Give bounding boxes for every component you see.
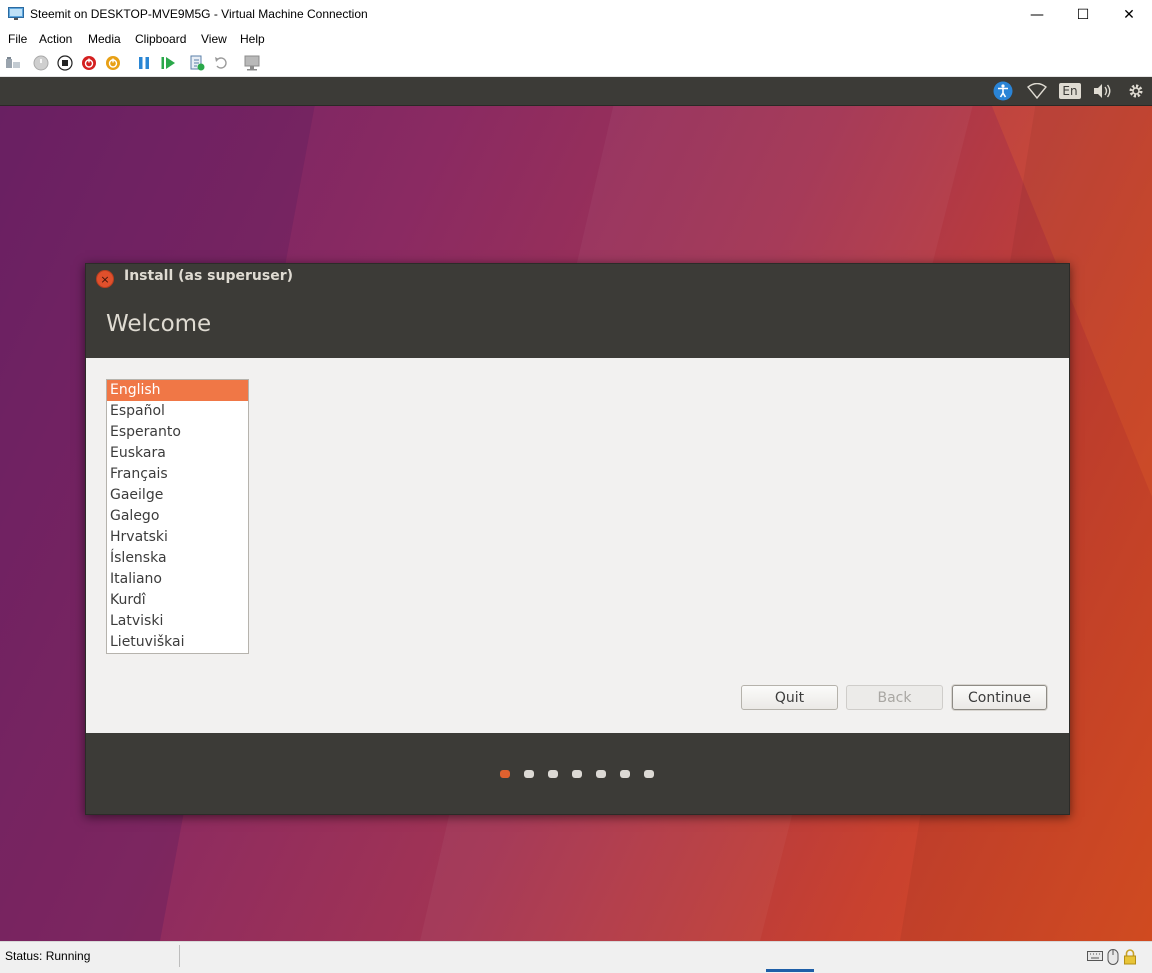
back-button[interactable]: Back	[846, 685, 943, 710]
close-button[interactable]: ✕	[1106, 0, 1152, 30]
turn-off-icon[interactable]	[57, 55, 73, 71]
toolbar	[0, 50, 1152, 77]
continue-button[interactable]: Continue	[952, 685, 1047, 710]
menu-help[interactable]: Help	[240, 32, 265, 46]
minimize-button[interactable]: —	[1014, 0, 1060, 30]
progress-step-dot	[572, 770, 582, 778]
language-item-lietuviskai[interactable]: Lietuviškai	[107, 632, 248, 653]
language-item-galego[interactable]: Galego	[107, 506, 248, 527]
status-bar: Status: Running	[0, 941, 1152, 973]
enhanced-session-icon[interactable]	[244, 55, 260, 71]
window-title-bar: Steemit on DESKTOP-MVE9M5G - Virtual Mac…	[0, 0, 1152, 30]
language-item-euskara[interactable]: Euskara	[107, 443, 248, 464]
mouse-icon	[1107, 949, 1119, 965]
installer-window: × Install (as superuser) Welcome English…	[85, 263, 1070, 815]
keyboard-layout-indicator[interactable]: En	[1059, 81, 1081, 101]
page-heading: Welcome	[106, 311, 212, 337]
language-list[interactable]: English Español Esperanto Euskara França…	[106, 379, 249, 654]
menu-media[interactable]: Media	[88, 32, 121, 46]
language-item-italiano[interactable]: Italiano	[107, 569, 248, 590]
installer-header: × Install (as superuser) Welcome	[86, 264, 1069, 358]
installer-close-button[interactable]: ×	[96, 270, 114, 288]
volume-icon[interactable]	[1091, 81, 1113, 101]
revert-icon[interactable]	[213, 55, 229, 71]
start-icon[interactable]	[33, 55, 49, 71]
progress-step-dot	[620, 770, 630, 778]
progress-step-dot	[524, 770, 534, 778]
checkpoint-icon[interactable]	[189, 55, 205, 71]
progress-step-dot	[596, 770, 606, 778]
lock-icon	[1124, 949, 1136, 965]
guest-desktop: En × Install (as superuser) Welcome Engl…	[0, 77, 1152, 941]
reset-icon[interactable]	[160, 55, 176, 71]
close-icon: ×	[100, 272, 110, 286]
keyboard-layout-label: En	[1059, 83, 1081, 99]
vm-connection-icon	[8, 7, 24, 20]
window-title: Steemit on DESKTOP-MVE9M5G - Virtual Mac…	[30, 7, 368, 21]
language-item-espanol[interactable]: Español	[107, 401, 248, 422]
installer-progress-footer	[86, 733, 1069, 814]
installer-title: Install (as superuser)	[124, 268, 293, 284]
language-item-kurdi[interactable]: Kurdî	[107, 590, 248, 611]
language-item-latviski[interactable]: Latviski	[107, 611, 248, 632]
network-icon[interactable]	[1026, 81, 1048, 101]
menu-action[interactable]: Action	[39, 32, 72, 46]
language-item-english[interactable]: English	[107, 380, 248, 401]
quit-button[interactable]: Quit	[741, 685, 838, 710]
ctrl-alt-del-icon[interactable]	[5, 55, 21, 71]
progress-step-dot	[500, 770, 510, 778]
shut-down-icon[interactable]	[81, 55, 97, 71]
pause-icon[interactable]	[136, 55, 152, 71]
keyboard-icon	[1087, 951, 1103, 961]
menu-file[interactable]: File	[8, 32, 27, 46]
guest-top-panel: En	[0, 77, 1152, 106]
language-item-islenska[interactable]: Íslenska	[107, 548, 248, 569]
language-item-gaeilge[interactable]: Gaeilge	[107, 485, 248, 506]
menu-clipboard[interactable]: Clipboard	[135, 32, 186, 46]
save-icon[interactable]	[105, 55, 121, 71]
accessibility-icon[interactable]	[992, 81, 1014, 101]
progress-step-dot	[644, 770, 654, 778]
status-separator	[179, 945, 180, 967]
menu-view[interactable]: View	[201, 32, 227, 46]
menu-bar: File Action Media Clipboard View Help	[0, 30, 1152, 50]
system-gear-icon[interactable]	[1125, 81, 1147, 101]
language-item-hrvatski[interactable]: Hrvatski	[107, 527, 248, 548]
maximize-button[interactable]: ☐	[1060, 0, 1106, 30]
status-text: Status: Running	[5, 949, 91, 963]
language-item-francais[interactable]: Français	[107, 464, 248, 485]
progress-step-dot	[548, 770, 558, 778]
language-item-esperanto[interactable]: Esperanto	[107, 422, 248, 443]
